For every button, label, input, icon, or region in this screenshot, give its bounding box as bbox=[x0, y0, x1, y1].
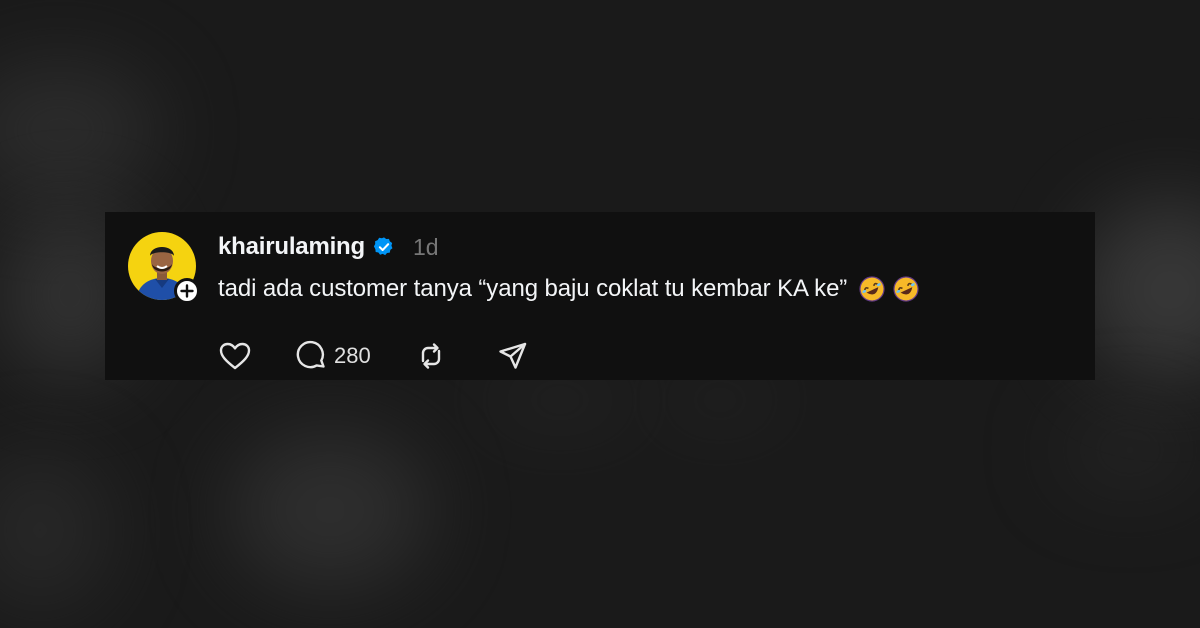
username-link[interactable]: khairulaming bbox=[218, 233, 365, 261]
post-text: tadi ada customer tanya “yang baju cokla… bbox=[218, 275, 848, 302]
post-timestamp[interactable]: 1d bbox=[413, 234, 439, 261]
background-blur-shape bbox=[650, 380, 790, 420]
repost-icon bbox=[421, 343, 440, 369]
verified-badge-icon bbox=[373, 236, 395, 258]
post-body: tadi ada customer tanya “yang baju cokla… bbox=[218, 275, 919, 303]
background-blur-shape bbox=[1060, 410, 1200, 490]
background-blur-shape bbox=[0, 450, 110, 610]
comment-bubble-icon bbox=[296, 340, 325, 369]
blurred-background: khairulaming 1d tadi ada customer tanya … bbox=[0, 0, 1200, 628]
background-blur-shape bbox=[480, 380, 640, 420]
avatar-container[interactable] bbox=[128, 232, 200, 304]
reply-button[interactable]: 280 bbox=[296, 340, 371, 372]
share-button[interactable] bbox=[497, 340, 529, 372]
post-actions: 280 bbox=[218, 339, 529, 373]
send-icon bbox=[499, 342, 526, 369]
plus-icon bbox=[180, 284, 194, 298]
post-header: khairulaming 1d bbox=[218, 232, 439, 262]
heart-icon bbox=[219, 342, 251, 370]
follow-button[interactable] bbox=[174, 278, 200, 304]
reply-count: 280 bbox=[334, 343, 371, 368]
background-blur-shape bbox=[1080, 200, 1200, 380]
background-blur-shape bbox=[230, 430, 430, 590]
rolling-on-floor-laughing-emoji-icon bbox=[893, 276, 919, 302]
repost-button[interactable] bbox=[415, 340, 447, 372]
rolling-on-floor-laughing-emoji-icon bbox=[859, 276, 885, 302]
like-button[interactable] bbox=[218, 341, 252, 371]
post-card: khairulaming 1d tadi ada customer tanya … bbox=[105, 212, 1095, 380]
background-blur-shape bbox=[0, 60, 160, 200]
